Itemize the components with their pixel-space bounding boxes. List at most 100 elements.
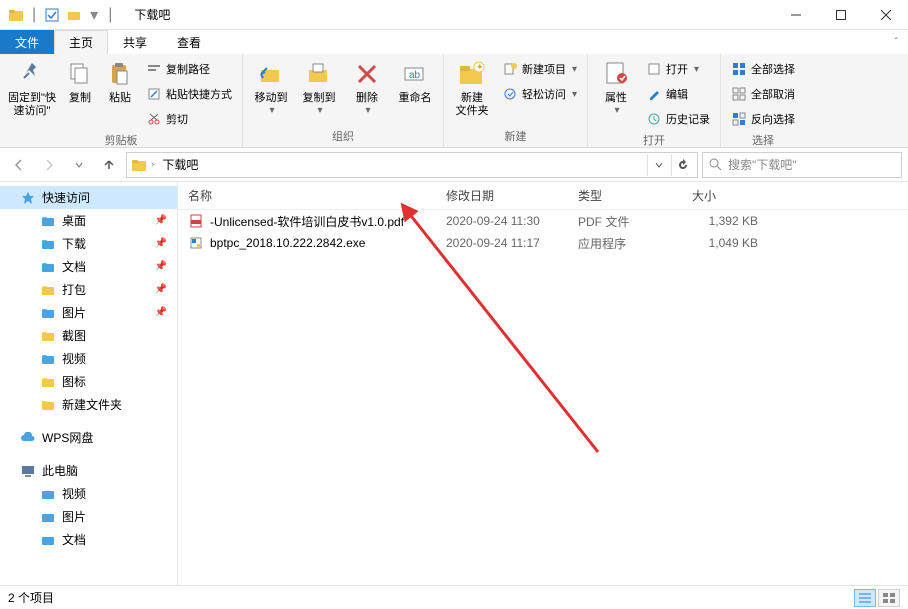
move-icon [255,58,287,90]
file-name: bptpc_2018.10.222.2842.exe [210,236,365,250]
sidebar-item-label: 下载 [62,235,86,252]
copy-to-button[interactable]: 复制到▾ [297,56,341,118]
sidebar-item[interactable]: 图标 [0,370,177,393]
col-name[interactable]: 名称 [178,187,436,204]
delete-button[interactable]: 删除▾ [345,56,389,118]
copy-icon [64,58,96,90]
tab-file[interactable]: 文件 [0,30,54,54]
separator: | [108,6,112,24]
chevron-down-icon: ▾ [317,105,322,116]
maximize-button[interactable] [818,0,863,30]
address-dropdown[interactable] [647,154,669,176]
pin-icon: 📌 [155,261,167,272]
status-bar: 2 个项目 [0,585,908,609]
sidebar-wps[interactable]: WPS网盘 [0,426,177,449]
col-type[interactable]: 类型 [568,187,682,204]
new-item-button[interactable]: 新建项目▾ [498,58,581,80]
file-row[interactable]: bptpc_2018.10.222.2842.exe2020-09-24 11:… [178,232,908,254]
chevron-down-icon: ▾ [365,105,370,116]
sidebar-item[interactable]: 新建文件夹 [0,393,177,416]
col-size[interactable]: 大小 [682,187,782,204]
refresh-button[interactable] [671,154,693,176]
sidebar-item-label: 桌面 [62,212,86,229]
ribbon-group-select: 全部选择 全部取消 反向选择 选择 [721,54,805,147]
sidebar-item[interactable]: 截图 [0,324,177,347]
open-button[interactable]: 打开▾ [642,58,714,80]
ribbon-tabs: 文件 主页 共享 查看 ˆ [0,30,908,54]
minimize-button[interactable] [773,0,818,30]
properties-button[interactable]: 属性▾ [594,56,638,118]
sidebar-item[interactable]: 下载 📌 [0,232,177,255]
cut-button[interactable]: 剪切 [142,108,236,130]
sidebar-item-label: 图片 [62,304,86,321]
breadcrumb[interactable]: 下载吧 [158,156,202,173]
folder-icon [40,486,56,502]
select-all-button[interactable]: 全部选择 [727,58,799,80]
ribbon-group-organize: 移动到▾ 复制到▾ 删除▾ ab重命名 组织 [243,54,444,147]
sidebar-item-label: 打包 [62,281,86,298]
back-button[interactable] [6,152,32,178]
file-list-area: 名称 修改日期 类型 大小 -Unlicensed-软件培训白皮书v1.0.pd… [178,182,908,585]
folder-icon [40,374,56,390]
sidebar-item[interactable]: 图片📌 [0,301,177,324]
sidebar-item[interactable]: 桌面 📌 [0,209,177,232]
pin-icon: 📌 [155,238,167,249]
pin-icon: 📌 [155,215,167,226]
up-button[interactable] [96,152,122,178]
sidebar-item[interactable]: 文档 [0,528,177,551]
copy-path-button[interactable]: 复制路径 [142,58,236,80]
paste-shortcut-button[interactable]: 粘贴快捷方式 [142,83,236,105]
recent-button[interactable] [66,152,92,178]
col-date[interactable]: 修改日期 [436,187,568,204]
file-icon [188,235,204,251]
history-icon [646,111,662,127]
sidebar-item[interactable]: 文档📌 [0,255,177,278]
address-box[interactable]: › 下载吧 [126,152,698,178]
check-icon[interactable] [44,7,60,23]
file-row[interactable]: -Unlicensed-软件培训白皮书v1.0.pdf2020-09-24 11… [178,210,908,232]
invert-selection-button[interactable]: 反向选择 [727,108,799,130]
sidebar-item[interactable]: 视频 [0,347,177,370]
new-folder-icon: ✦ [456,58,488,90]
search-icon [709,158,722,171]
search-input[interactable]: 搜索"下载吧" [702,152,902,178]
view-details-button[interactable] [854,589,876,607]
chevron-down-icon: ▾ [572,89,577,100]
ribbon-help[interactable]: ˆ [883,30,908,54]
easy-access-button[interactable]: 轻松访问▾ [498,83,581,105]
close-button[interactable] [863,0,908,30]
file-type: 应用程序 [568,235,682,252]
tab-share[interactable]: 共享 [108,30,162,54]
sidebar-quick-access[interactable]: 快速访问 [0,186,177,209]
svg-text:ab: ab [409,70,421,81]
chevron-right-icon[interactable]: › [151,159,154,170]
copy-button[interactable]: 复制 [62,56,98,107]
edit-button[interactable]: 编辑 [642,83,714,105]
new-item-icon [502,61,518,77]
rename-button[interactable]: ab重命名 [393,56,437,107]
view-icons-button[interactable] [878,589,900,607]
select-none-button[interactable]: 全部取消 [727,83,799,105]
column-headers: 名称 修改日期 类型 大小 [178,182,908,210]
pin-quick-access-button[interactable]: 固定到"快 速访问" [6,56,58,120]
sidebar-this-pc[interactable]: 此电脑 [0,459,177,482]
forward-button[interactable] [36,152,62,178]
sidebar-item[interactable]: 图片 [0,505,177,528]
move-to-button[interactable]: 移动到▾ [249,56,293,118]
file-size: 1,049 KB [682,236,782,250]
sidebar-item[interactable]: 视频 [0,482,177,505]
tab-view[interactable]: 查看 [162,30,216,54]
folder-icon [40,328,56,344]
cloud-icon [20,430,36,446]
tab-home[interactable]: 主页 [54,30,108,54]
sidebar-item-label: 新建文件夹 [62,396,122,413]
paste-button[interactable]: 粘贴 [102,56,138,107]
ribbon: 固定到"快 速访问" 复制 粘贴 复制路径 粘贴快捷方式 剪切 剪贴板 移动到▾… [0,54,908,148]
history-button[interactable]: 历史记录 [642,108,714,130]
folder-icon [40,236,56,252]
navigation-pane[interactable]: 快速访问 桌面📌下载📌文档📌打包📌图片📌截图视频图标新建文件夹 WPS网盘 此电… [0,182,178,585]
new-folder-button[interactable]: ✦新建 文件夹 [450,56,494,120]
select-none-icon [731,86,747,102]
sidebar-item[interactable]: 打包📌 [0,278,177,301]
folder-small-icon[interactable] [66,7,82,23]
